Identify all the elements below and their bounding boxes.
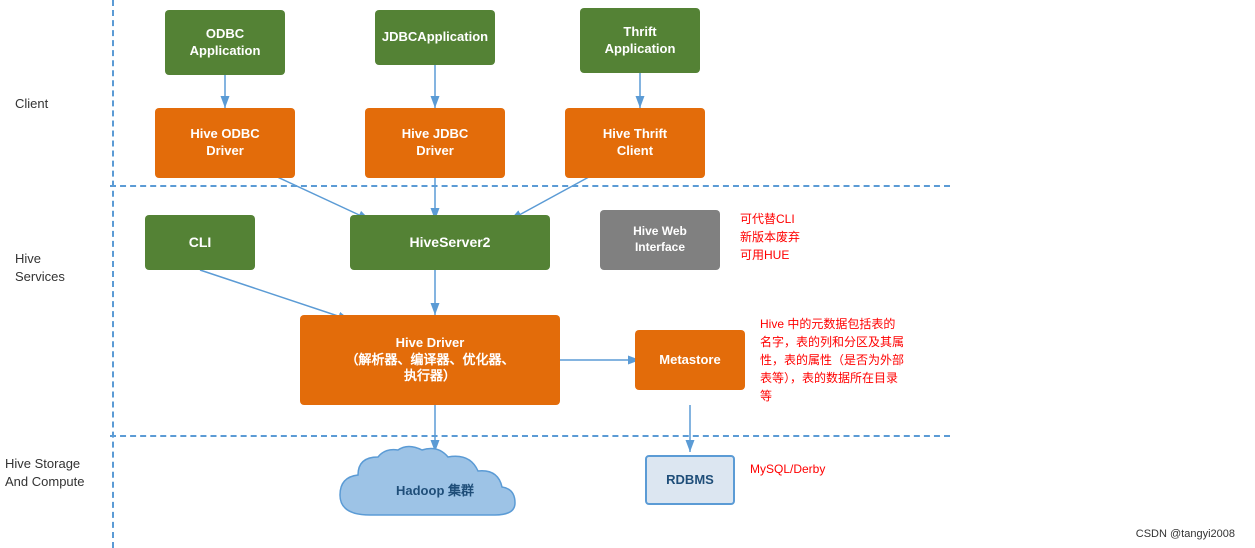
thrift-app-box: ThriftApplication <box>580 8 700 73</box>
hadoop-cloud: Hadoop 集群 <box>330 445 540 535</box>
rdbms-box: RDBMS <box>645 455 735 505</box>
hive-jdbc-driver-box: Hive JDBCDriver <box>365 108 505 178</box>
hiveserver2-box: HiveServer2 <box>350 215 550 270</box>
odbc-app-box: ODBCApplication <box>165 10 285 75</box>
hive-web-annotation: 可代替CLI新版本废弃可用HUE <box>740 210 890 264</box>
hive-driver-box: Hive Driver（解析器、编译器、优化器、执行器） <box>300 315 560 405</box>
watermark: CSDN @tangyi2008 <box>1136 528 1235 540</box>
hive-services-label: HiveServices <box>15 250 105 286</box>
arrows-svg <box>0 0 1255 548</box>
jdbc-app-box: JDBCApplication <box>375 10 495 65</box>
divider-1 <box>110 185 950 187</box>
svg-text:Hadoop 集群: Hadoop 集群 <box>396 483 474 498</box>
divider-vertical <box>112 0 114 548</box>
client-label: Client <box>15 95 48 113</box>
metastore-annotation: Hive 中的元数据包括表的名字，表的列和分区及其属性，表的属性（是否为外部表等… <box>760 315 980 405</box>
divider-2 <box>110 435 950 437</box>
metastore-box: Metastore <box>635 330 745 390</box>
hive-odbc-driver-box: Hive ODBCDriver <box>155 108 295 178</box>
hive-web-interface-box: Hive WebInterface <box>600 210 720 270</box>
cli-box: CLI <box>145 215 255 270</box>
hive-storage-label: Hive StorageAnd Compute <box>5 455 105 491</box>
rdbms-annotation: MySQL/Derby <box>750 460 825 478</box>
diagram-container: Client HiveServices Hive StorageAnd Comp… <box>0 0 1255 548</box>
hive-thrift-client-box: Hive ThriftClient <box>565 108 705 178</box>
